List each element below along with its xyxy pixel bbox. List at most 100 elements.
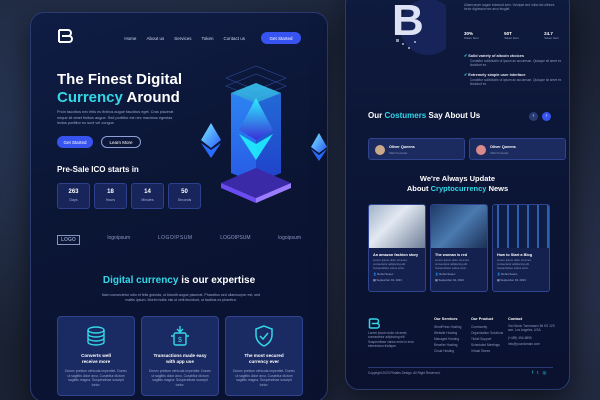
avatar	[375, 145, 385, 155]
feature-description: Donec pretium vehicula imperdiet. Donec …	[64, 369, 127, 387]
expertise-title-end: is our expertise	[181, 275, 256, 286]
check-item: ✔ Extremely simple user interface	[464, 72, 564, 77]
testimonial-role: CEO Founder	[389, 151, 408, 155]
hero-learn-more-button[interactable]: Learn More	[101, 136, 141, 148]
expertise-title: Digital currency is our expertise	[31, 275, 327, 286]
footer-col-title: Contact	[508, 317, 523, 321]
footer-divider	[368, 367, 553, 368]
check-item-desc: Curabitur sollicitudin ut ipsum ac accum…	[470, 59, 562, 68]
feature-title: Converts well receive more	[58, 353, 134, 365]
social-links: f t ◎	[532, 370, 546, 376]
facebook-icon[interactable]: f	[532, 370, 533, 376]
partner-logo-1: LOGO	[57, 235, 80, 245]
footer-email[interactable]: info@yourdomain.com	[508, 341, 558, 347]
news-card-author-name: Rehel Susen	[377, 272, 394, 277]
footer-col-services: Our Services WordPress Hosting Website H…	[434, 316, 461, 354]
feature-card-1: Converts well receive more Donec pretium …	[57, 316, 135, 396]
news-card-1[interactable]: An amazon fashion story Lorem ipsum dolo…	[368, 204, 426, 292]
countdown-hours: 18 Hours	[94, 183, 127, 209]
testimonial-card-2: Oliver Queens CEO Founder	[469, 138, 566, 160]
news-card-2[interactable]: The woman is red Lorem ipsum dolor sit a…	[430, 204, 488, 292]
testimonial-card-1: Oliver Queens CEO Founder	[368, 138, 465, 160]
countdown-value: 18	[107, 189, 114, 195]
nav-link-token[interactable]: Token	[201, 36, 213, 41]
news-image	[369, 205, 425, 248]
countdown-label: Days	[69, 198, 78, 202]
hero-description: Proin faucibus nec felis eu finibus augu…	[57, 110, 174, 125]
feature-title-line2: receive more	[81, 359, 111, 364]
brand-logo-icon[interactable]	[57, 28, 77, 48]
testimonial-name: Oliver Queens	[490, 145, 516, 149]
token-stats: 30% Token burn 50T Token burn 24.7 Token bu…	[464, 31, 559, 40]
feature-description: Donec pretium vehicula imperdiet. Donec …	[232, 369, 295, 387]
news-image	[431, 205, 487, 248]
countdown-label: Seconds	[177, 198, 192, 202]
nav-link-about[interactable]: About us	[146, 36, 164, 41]
news-card-desc: Lorem ipsum dolor sit amet, consectetur …	[373, 258, 408, 270]
footer-col-title: Our Services	[434, 317, 458, 321]
shield-check-icon	[253, 325, 275, 347]
news-card-author-name: Rehel Susen	[501, 272, 518, 277]
news-card-date-text: September 04, 2023	[376, 278, 402, 283]
news-title-end: News	[488, 184, 509, 193]
hero-title-end: Around	[126, 89, 180, 106]
stat-item: 24.7 Token burn	[544, 31, 559, 40]
feature-card-3: The most secured currency ever Donec pret…	[225, 316, 303, 396]
partner-logo-2: logoipsum	[107, 235, 131, 241]
countdown-minutes: 14 Minutes	[131, 183, 164, 209]
hero-title-accent: Currency	[57, 89, 123, 106]
stat-item: 50T Token burn	[504, 31, 519, 40]
nav-link-contact[interactable]: Contact us	[223, 36, 245, 41]
instagram-icon[interactable]: ◎	[543, 370, 547, 376]
footer-address: Via Nicolo Tommaseo 56 KS 129 ave, Los A…	[508, 324, 555, 333]
coins-icon	[85, 325, 107, 347]
landing-page-mockup-left: Home About us Services Token Contact us …	[30, 12, 328, 400]
stat-label: Token burn	[464, 36, 479, 40]
stat-label: Token burn	[504, 36, 519, 40]
countdown-label: Minutes	[141, 198, 154, 202]
countdown-value: 263	[68, 189, 79, 195]
carousel-prev-button[interactable]: ‹	[529, 112, 538, 121]
stat-item: 30% Token burn	[464, 31, 479, 40]
bitcoin-globe-illustration: B	[366, 0, 456, 55]
footer-about: Lorem ipsum dolor sit amet, consectetur …	[368, 331, 414, 349]
footer-link[interactable]: Virtual Stores	[471, 348, 503, 354]
news-title-prefix: About	[406, 184, 429, 193]
partner-logo-4: LOGOIPSUM	[220, 235, 251, 241]
top-nav: Home About us Services Token Contact us …	[57, 27, 301, 49]
check-item-title: Extremely simple user interface	[468, 72, 526, 77]
stat-label: Token burn	[544, 36, 559, 40]
feature-title: The most secured currency ever	[226, 353, 302, 365]
news-card-3[interactable]: How to Start a Blog Lorem ipsum dolor si…	[492, 204, 550, 292]
news-card-desc: Lorem ipsum dolor sit amet, consectetur …	[435, 258, 470, 270]
svg-text:B: B	[392, 0, 424, 45]
testimonials-title-end: Say About Us	[428, 111, 481, 120]
carousel-next-button[interactable]: ›	[542, 112, 551, 121]
user-icon: 👤	[373, 272, 377, 277]
news-image	[493, 205, 549, 248]
expertise-title-accent: Digital currency	[102, 275, 179, 286]
nav-get-started-button[interactable]: Get Started	[261, 32, 301, 44]
check-item-desc: Curabitur sollicitudin ut ipsum ac accum…	[470, 77, 562, 87]
feature-card-2: $ Transactions made easy with app use Don…	[141, 316, 219, 396]
hero-get-started-button[interactable]: Get Started	[57, 136, 93, 148]
testimonials-title-accent: Costumers	[384, 111, 427, 120]
countdown-days: 263 Days	[57, 183, 90, 209]
testimonials-title-prefix: Our	[368, 111, 383, 120]
countdown-seconds: 50 Seconds	[168, 183, 201, 209]
check-list: ✔ Solid variety of altcoin choices Curab…	[464, 53, 564, 87]
intro-text: Ullamcorper augue euismod sem. Volutpat …	[464, 3, 555, 12]
feature-title: Transactions made easy with app use	[142, 353, 218, 365]
user-icon: 👤	[497, 272, 501, 277]
check-item-title: Solid variety of altcoin choices	[468, 54, 524, 58]
footer-link[interactable]: Cloud Hosting	[434, 348, 461, 354]
nav-link-home[interactable]: Home	[124, 36, 136, 41]
twitter-icon[interactable]: t	[537, 370, 538, 376]
countdown-value: 14	[144, 189, 151, 195]
news-card-date-text: September 04, 2023	[438, 278, 464, 283]
feature-title-line2: currency ever	[248, 359, 280, 364]
avatar	[476, 145, 486, 155]
news-title-line1: We're Always Update	[419, 174, 496, 183]
feature-description: Donec pretium vehicula imperdiet. Donec …	[148, 369, 211, 387]
nav-link-services[interactable]: Services	[174, 36, 191, 41]
